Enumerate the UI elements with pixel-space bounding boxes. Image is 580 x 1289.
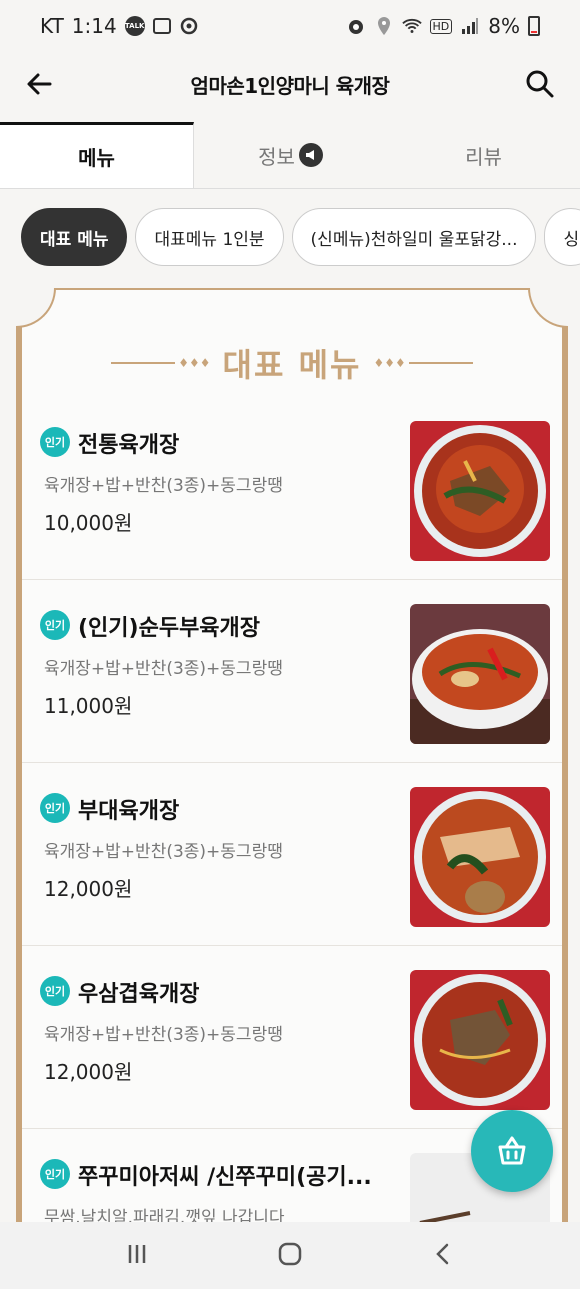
basket-icon: [498, 1136, 526, 1165]
item-name: (인기)순두부육개장: [78, 616, 261, 641]
item-name: 쭈꾸미아저씨 /신쭈꾸미(공기...: [78, 1165, 372, 1190]
item-price: 10,000원: [44, 511, 133, 535]
status-right: HD 8%: [346, 14, 540, 38]
menu-item[interactable]: 인기 부대육개장 육개장+밥+반찬(3종)+동그랑땡 12,000원: [22, 763, 562, 946]
food-photo: [410, 787, 550, 927]
status-left: KT 1:14 TALK: [40, 14, 199, 38]
tab-menu[interactable]: 메뉴: [0, 122, 194, 188]
clock: 1:14: [71, 14, 117, 38]
battery-percent: 8%: [488, 14, 520, 38]
food-photo: [410, 421, 550, 561]
chip-signature-single[interactable]: 대표메뉴 1인분: [135, 208, 284, 266]
tab-reviews[interactable]: 리뷰: [387, 122, 580, 188]
menu-item[interactable]: 인기 전통육개장 육개장+밥+반찬(3종)+동그랑땡 10,000원: [22, 397, 562, 580]
item-description: 육개장+밥+반찬(3종)+동그랑땡: [44, 476, 283, 496]
status-bar: KT 1:14 TALK HD 8%: [0, 0, 580, 52]
popular-badge: 인기: [40, 610, 70, 640]
menu-item[interactable]: 인기 우삼겹육개장 육개장+밥+반찬(3종)+동그랑땡 12,000원: [22, 946, 562, 1129]
menu-panel: ♦♦♦ 대표 메뉴 ♦♦♦ 인기 전통육개장 육개장+밥+반찬(3종)+동그랑땡…: [16, 288, 568, 1289]
gallery-icon: [152, 18, 171, 34]
kakaotalk-icon: TALK: [124, 16, 145, 36]
item-name: 부대육개장: [78, 799, 180, 824]
recent-apps-button[interactable]: [122, 1239, 152, 1273]
chevron-left-icon: [436, 1243, 449, 1264]
hd-voice-icon: HD: [429, 18, 453, 34]
category-chips: 대표 메뉴 대표메뉴 1인분 (신메뉴)천하일미 울포닭강... 싱: [0, 208, 580, 270]
item-description: 육개장+밥+반찬(3종)+동그랑땡: [44, 842, 283, 862]
food-photo: [410, 604, 550, 744]
chip-next[interactable]: 싱: [544, 208, 580, 266]
tab-bar: 메뉴 정보 리뷰: [0, 122, 580, 189]
item-name: 전통육개장: [78, 433, 180, 458]
megaphone-icon: [298, 143, 323, 167]
back-nav-button[interactable]: [428, 1239, 458, 1273]
panel-corner-decoration: [528, 288, 568, 328]
item-price: 11,000원: [44, 694, 133, 718]
item-description: 육개장+밥+반찬(3종)+동그랑땡: [44, 1025, 283, 1045]
tab-label: 정보: [258, 144, 295, 169]
app-header: 엄마손1인양마니 육개장: [0, 52, 580, 116]
recent-apps-icon: [128, 1244, 145, 1263]
wifi-icon: [401, 16, 422, 36]
popular-badge: 인기: [40, 427, 70, 457]
popular-badge: 인기: [40, 1159, 70, 1189]
section-title: 대표 메뉴: [222, 346, 362, 384]
item-name: 우삼겹육개장: [78, 982, 200, 1007]
system-nav-bar: [0, 1222, 580, 1289]
signal-icon: [460, 16, 480, 36]
item-description: 육개장+밥+반찬(3종)+동그랑땡: [44, 659, 283, 679]
tab-label: 메뉴: [78, 146, 115, 170]
location-icon: [374, 16, 394, 36]
menu-item[interactable]: 인기 (인기)순두부육개장 육개장+밥+반찬(3종)+동그랑땡 11,000원: [22, 580, 562, 763]
item-price: 12,000원: [44, 877, 133, 901]
back-button[interactable]: [22, 66, 58, 102]
chip-new-menu[interactable]: (신메뉴)천하일미 울포닭강...: [291, 208, 537, 266]
arrow-left-icon: [27, 73, 52, 95]
alarm-icon: [346, 16, 366, 36]
battery-icon: [528, 16, 540, 36]
cart-button[interactable]: [471, 1110, 553, 1192]
panel-corner-decoration: [16, 288, 56, 328]
title-ornament-left: ♦♦♦: [111, 356, 211, 370]
search-button[interactable]: [522, 66, 558, 102]
popular-badge: 인기: [40, 976, 70, 1006]
item-price: 12,000원: [44, 1060, 133, 1084]
page-title: 엄마손1인양마니 육개장: [190, 73, 390, 98]
home-icon: [278, 1242, 302, 1265]
tab-info[interactable]: 정보: [194, 122, 387, 188]
carrier: KT: [40, 14, 64, 38]
home-button[interactable]: [275, 1239, 305, 1273]
food-photo: [410, 970, 550, 1110]
sync-icon: [179, 16, 199, 36]
chip-signature-menu[interactable]: 대표 메뉴: [21, 208, 128, 266]
tab-label: 리뷰: [465, 144, 502, 169]
search-icon: [526, 70, 554, 98]
popular-badge: 인기: [40, 793, 70, 823]
title-ornament-right: ♦♦♦: [373, 356, 473, 370]
section-header: ♦♦♦ 대표 메뉴 ♦♦♦: [22, 338, 562, 388]
